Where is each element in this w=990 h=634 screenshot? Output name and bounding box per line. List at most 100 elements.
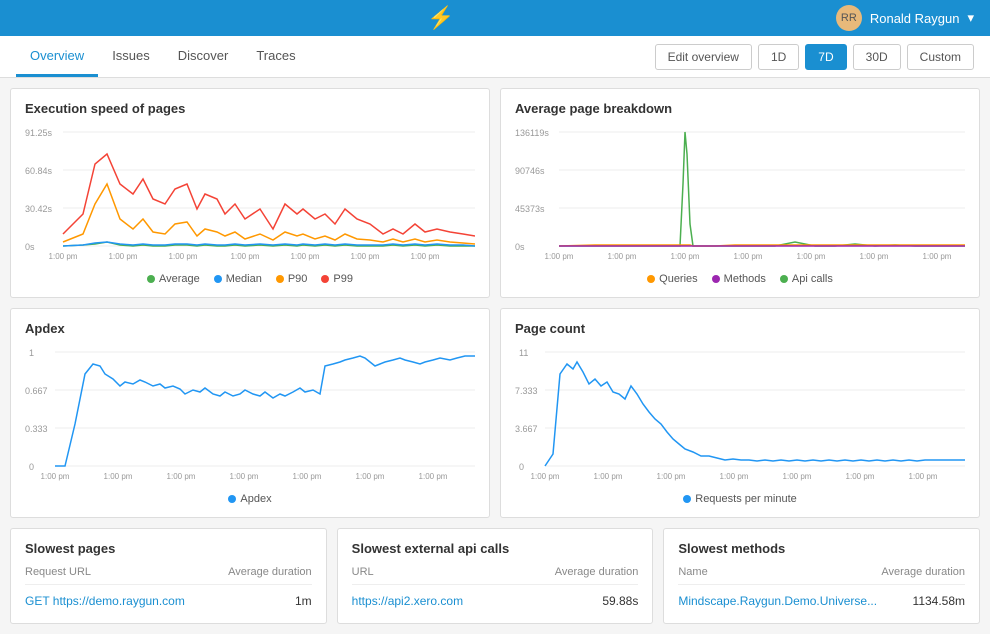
slowest-methods-col1: Name (678, 566, 707, 578)
slowest-api-row: https://api2.xero.com 59.88s (352, 591, 639, 611)
topbar: ⚡ RR Ronald Raygun ▾ (0, 0, 990, 36)
main-content: Execution speed of pages 91.25s 60.84s 3… (0, 78, 990, 634)
topbar-logo-center: ⚡ (427, 5, 454, 31)
avg-page-breakdown-panel: Average page breakdown 136119s 90746s 45… (500, 88, 980, 298)
slowest-pages-duration: 1m (295, 594, 312, 608)
svg-text:1:00 pm: 1:00 pm (169, 252, 198, 261)
svg-text:1:00 pm: 1:00 pm (531, 472, 560, 481)
svg-text:136119s: 136119s (515, 128, 549, 138)
page-count-title: Page count (515, 321, 965, 336)
svg-text:1:00 pm: 1:00 pm (230, 472, 259, 481)
tab-discover[interactable]: Discover (164, 36, 243, 77)
svg-text:1:00 pm: 1:00 pm (104, 472, 133, 481)
slowest-pages-row: GET https://demo.raygun.com 1m (25, 591, 312, 611)
svg-text:1:00 pm: 1:00 pm (657, 472, 686, 481)
svg-text:0.667: 0.667 (25, 386, 48, 396)
apdex-panel: Apdex 1 0.667 0.333 0 1:00 pm (10, 308, 490, 518)
7d-button[interactable]: 7D (805, 44, 846, 70)
svg-text:1:00 pm: 1:00 pm (356, 472, 385, 481)
slowest-pages-panel: Slowest pages Request URL Average durati… (10, 528, 327, 624)
page-count-chart: 11 7.333 3.667 0 1:00 pm 1:00 pm 1:00 pm… (515, 344, 965, 487)
slowest-pages-col1: Request URL (25, 566, 91, 578)
svg-text:0s: 0s (515, 242, 525, 252)
slowest-api-col1: URL (352, 566, 374, 578)
svg-text:1:00 pm: 1:00 pm (167, 472, 196, 481)
avatar: RR (836, 5, 862, 31)
edit-overview-button[interactable]: Edit overview (655, 44, 752, 70)
svg-text:1:00 pm: 1:00 pm (49, 252, 78, 261)
apdex-chart: 1 0.667 0.333 0 1:00 pm 1:00 pm 1:00 pm … (25, 344, 475, 487)
slowest-methods-row: Mindscape.Raygun.Demo.Universe... 1134.5… (678, 591, 965, 611)
slowest-pages-col2: Average duration (228, 566, 312, 578)
svg-text:1:00 pm: 1:00 pm (797, 252, 826, 261)
apdex-svg: 1 0.667 0.333 0 1:00 pm 1:00 pm 1:00 pm … (25, 344, 475, 484)
avg-page-breakdown-title: Average page breakdown (515, 101, 965, 116)
slowest-api-col2: Average duration (555, 566, 639, 578)
svg-text:1:00 pm: 1:00 pm (720, 472, 749, 481)
execution-speed-chart: 91.25s 60.84s 30.42s 0s (25, 124, 475, 267)
slowest-methods-header: Name Average duration (678, 566, 965, 585)
svg-text:1:00 pm: 1:00 pm (411, 252, 440, 261)
tab-overview[interactable]: Overview (16, 36, 98, 77)
svg-text:1:00 pm: 1:00 pm (909, 472, 938, 481)
svg-text:0: 0 (29, 462, 34, 472)
execution-speed-panel: Execution speed of pages 91.25s 60.84s 3… (10, 88, 490, 298)
svg-text:1:00 pm: 1:00 pm (594, 472, 623, 481)
svg-text:0s: 0s (25, 242, 35, 252)
custom-button[interactable]: Custom (907, 44, 974, 70)
avg-page-breakdown-chart: 136119s 90746s 45373s 0s 1:0 (515, 124, 965, 267)
svg-text:0: 0 (519, 462, 524, 472)
svg-text:1: 1 (29, 348, 34, 358)
svg-text:1:00 pm: 1:00 pm (734, 252, 763, 261)
svg-text:1:00 pm: 1:00 pm (351, 252, 380, 261)
tab-traces[interactable]: Traces (242, 36, 309, 77)
svg-text:90746s: 90746s (515, 166, 545, 176)
svg-text:1:00 pm: 1:00 pm (783, 472, 812, 481)
slowest-pages-header: Request URL Average duration (25, 566, 312, 585)
svg-text:30.42s: 30.42s (25, 204, 53, 214)
nav-tabs: Overview Issues Discover Traces (16, 36, 310, 77)
top-charts-row: Execution speed of pages 91.25s 60.84s 3… (10, 88, 980, 298)
page-count-panel: Page count 11 7.333 3.667 0 1:00 pm (500, 308, 980, 518)
page-count-svg: 11 7.333 3.667 0 1:00 pm 1:00 pm 1:00 pm… (515, 344, 965, 484)
slowest-methods-title: Slowest methods (678, 541, 965, 556)
execution-speed-svg: 91.25s 60.84s 30.42s 0s (25, 124, 475, 264)
svg-text:1:00 pm: 1:00 pm (608, 252, 637, 261)
svg-text:60.84s: 60.84s (25, 166, 53, 176)
svg-text:0.333: 0.333 (25, 424, 48, 434)
svg-text:11: 11 (519, 348, 528, 358)
slowest-pages-title: Slowest pages (25, 541, 312, 556)
svg-text:1:00 pm: 1:00 pm (671, 252, 700, 261)
nav-actions: Edit overview 1D 7D 30D Custom (655, 44, 974, 70)
slowest-api-url[interactable]: https://api2.xero.com (352, 594, 463, 608)
execution-speed-legend: Average Median P90 P99 (25, 273, 475, 285)
30d-button[interactable]: 30D (853, 44, 901, 70)
svg-text:1:00 pm: 1:00 pm (291, 252, 320, 261)
topbar-user[interactable]: RR Ronald Raygun ▾ (836, 5, 974, 31)
svg-text:1:00 pm: 1:00 pm (545, 252, 574, 261)
svg-text:1:00 pm: 1:00 pm (293, 472, 322, 481)
avg-page-breakdown-svg: 136119s 90746s 45373s 0s 1:0 (515, 124, 965, 264)
apdex-title: Apdex (25, 321, 475, 336)
execution-speed-title: Execution speed of pages (25, 101, 475, 116)
svg-text:1:00 pm: 1:00 pm (860, 252, 889, 261)
svg-text:1:00 pm: 1:00 pm (109, 252, 138, 261)
slowest-pages-url[interactable]: GET https://demo.raygun.com (25, 594, 185, 608)
slowest-api-duration: 59.88s (602, 594, 638, 608)
svg-text:1:00 pm: 1:00 pm (419, 472, 448, 481)
tables-row: Slowest pages Request URL Average durati… (10, 528, 980, 624)
bottom-charts-row: Apdex 1 0.667 0.333 0 1:00 pm (10, 308, 980, 518)
svg-text:1:00 pm: 1:00 pm (231, 252, 260, 261)
dropdown-icon[interactable]: ▾ (967, 10, 974, 26)
1d-button[interactable]: 1D (758, 44, 799, 70)
avg-page-breakdown-legend: Queries Methods Api calls (515, 273, 965, 285)
tab-issues[interactable]: Issues (98, 36, 164, 77)
slowest-api-title: Slowest external api calls (352, 541, 639, 556)
slowest-methods-url[interactable]: Mindscape.Raygun.Demo.Universe... (678, 594, 877, 608)
svg-text:91.25s: 91.25s (25, 128, 53, 138)
slowest-methods-col2: Average duration (881, 566, 965, 578)
page-count-legend: Requests per minute (515, 493, 965, 505)
slowest-api-header: URL Average duration (352, 566, 639, 585)
navbar: Overview Issues Discover Traces Edit ove… (0, 36, 990, 78)
slowest-api-panel: Slowest external api calls URL Average d… (337, 528, 654, 624)
